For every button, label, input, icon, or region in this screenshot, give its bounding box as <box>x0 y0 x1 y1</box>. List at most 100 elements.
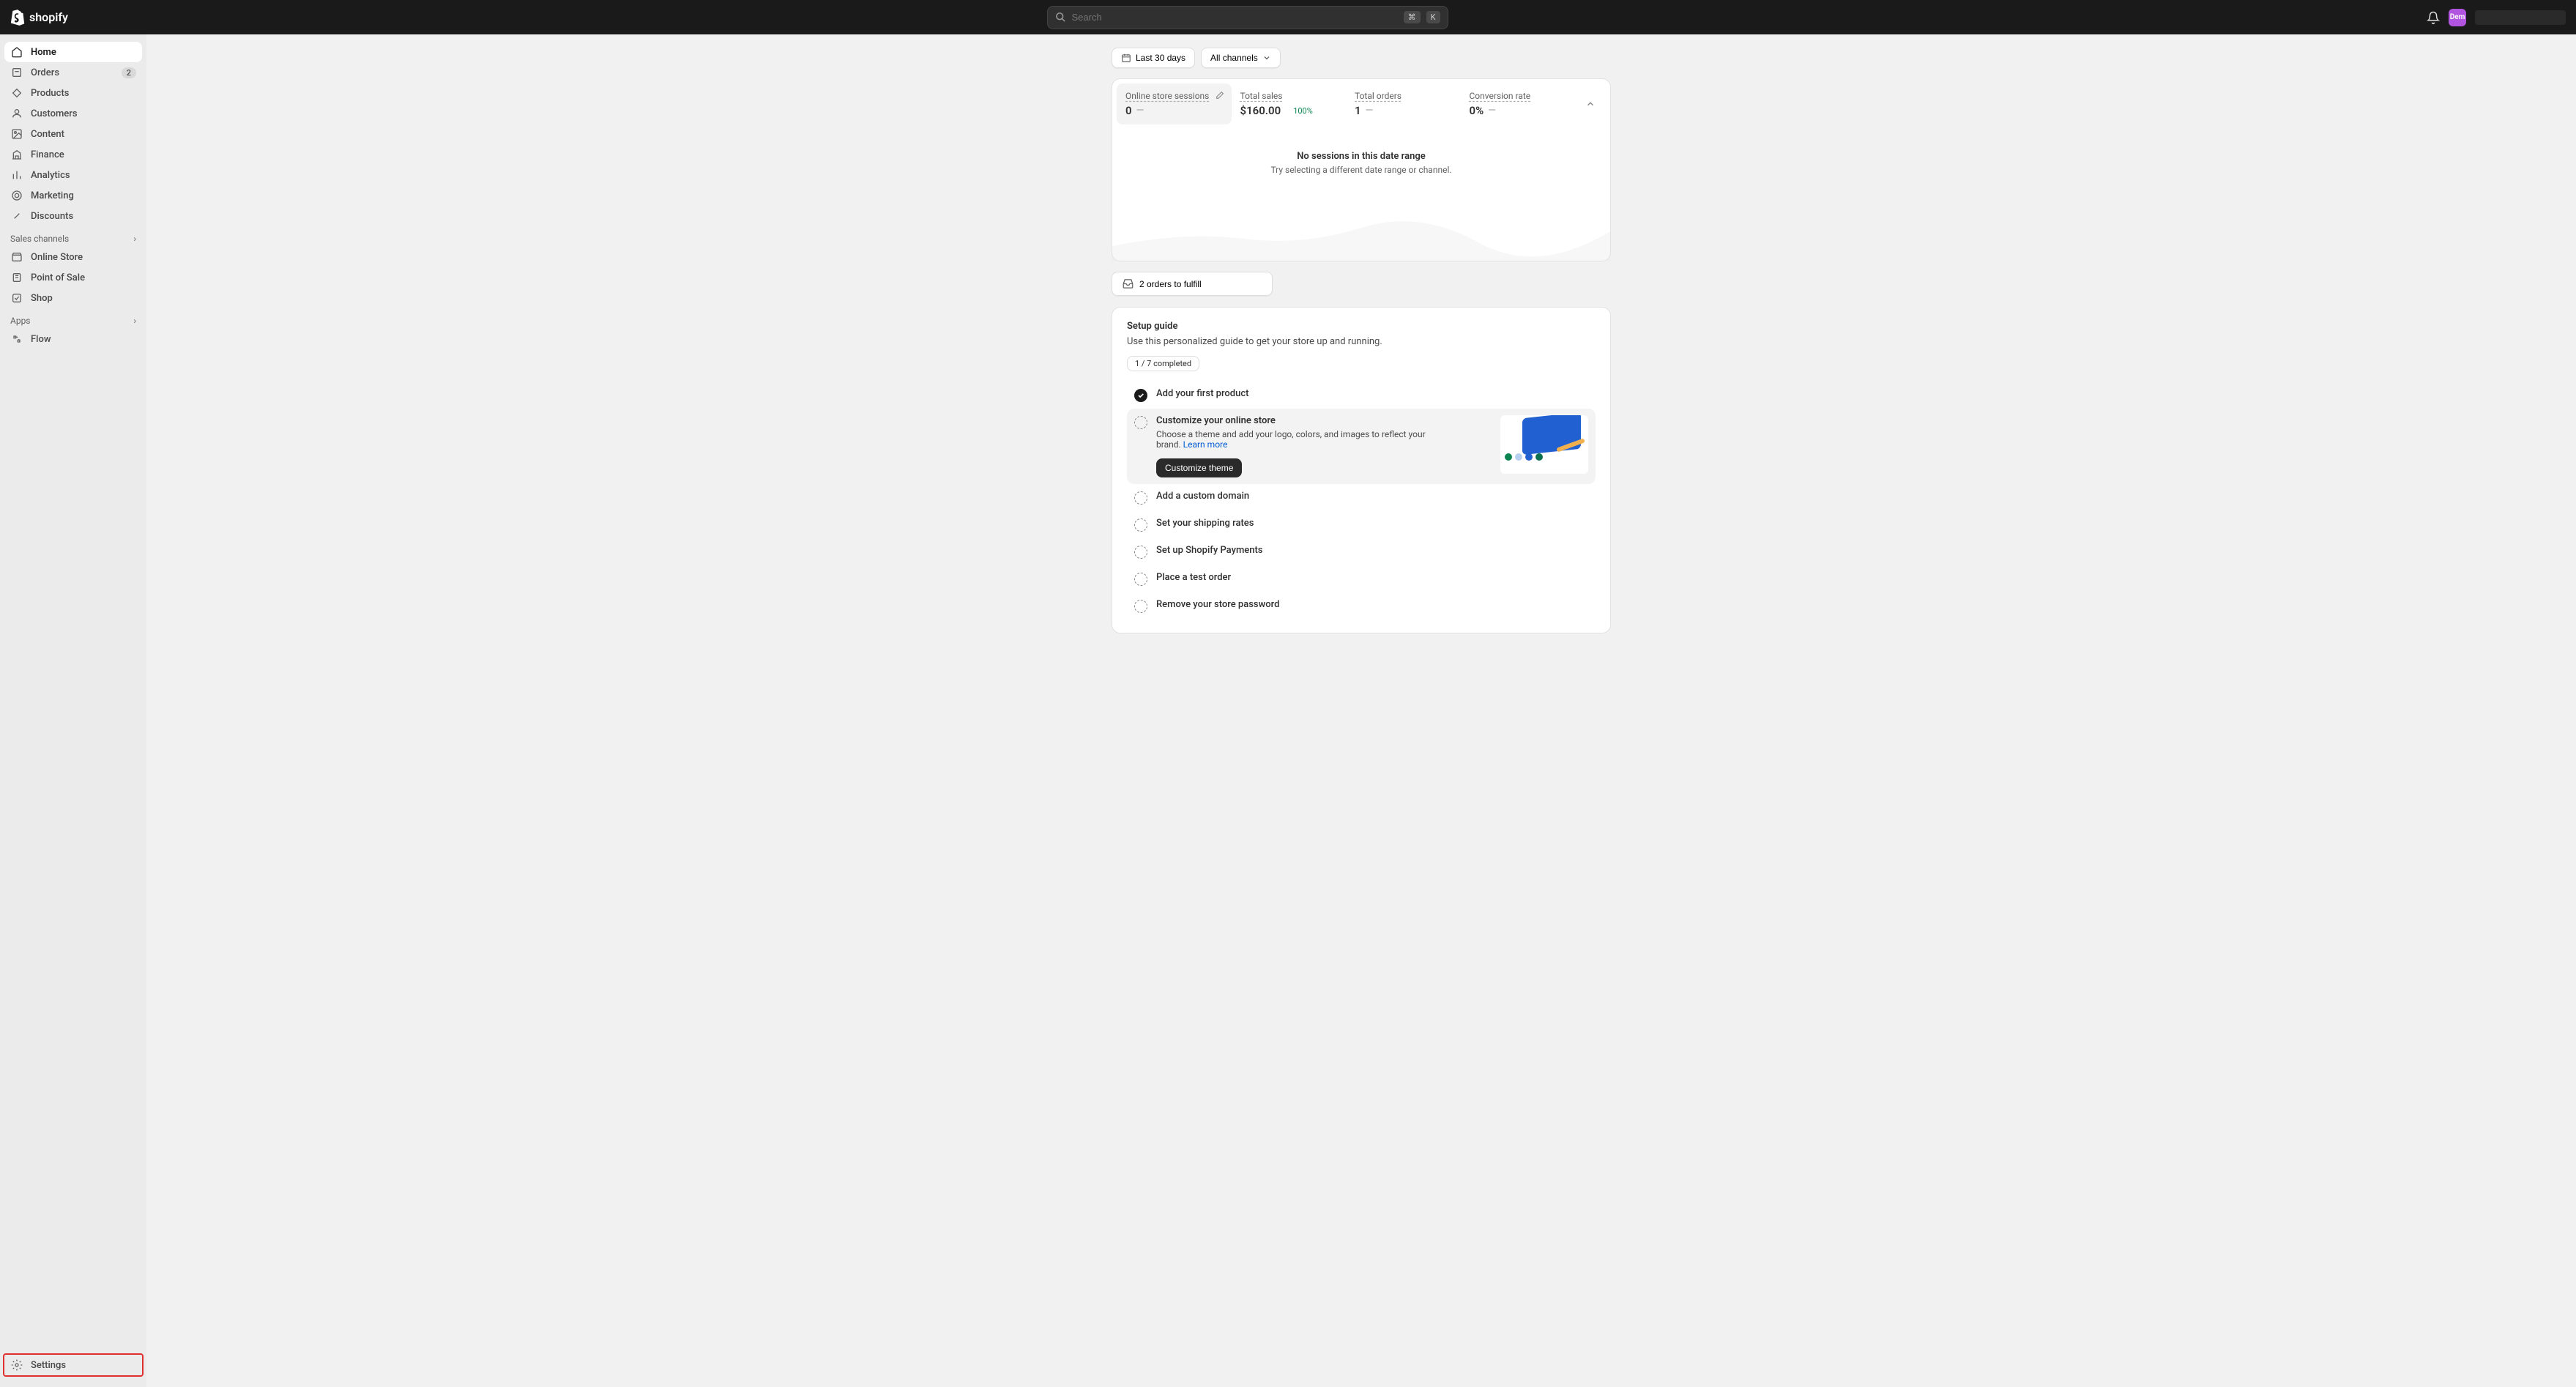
task-add-product[interactable]: Add your first product <box>1127 382 1596 409</box>
task-title: Remove your store password <box>1156 599 1588 610</box>
chevron-right-icon: › <box>133 234 136 244</box>
sales-channels-section[interactable]: Sales channels › <box>4 226 142 247</box>
nav-analytics[interactable]: Analytics <box>4 165 142 185</box>
store-name-blur <box>2475 10 2566 25</box>
marketing-icon <box>10 189 23 202</box>
stat-value: $160.00 <box>1240 104 1281 117</box>
store-icon <box>10 250 23 264</box>
fulfill-label: 2 orders to fulfill <box>1139 279 1202 289</box>
task-circle-pending <box>1134 573 1147 586</box>
orders-to-fulfill-button[interactable]: 2 orders to fulfill <box>1112 272 1273 296</box>
setup-title: Setup guide <box>1127 321 1596 332</box>
search-icon <box>1055 12 1066 23</box>
shopify-logo[interactable]: shopify <box>10 10 68 26</box>
nav-pos[interactable]: Point of Sale <box>4 267 142 288</box>
learn-more-link[interactable]: Learn more <box>1183 439 1228 450</box>
nav-label: Flow <box>31 334 136 345</box>
flow-icon <box>10 332 23 346</box>
customize-theme-button[interactable]: Customize theme <box>1156 458 1242 477</box>
nav-label: Content <box>31 129 136 140</box>
orders-badge: 2 <box>122 67 136 78</box>
inbox-icon <box>1123 278 1133 289</box>
topbar: shopify ⌘ K Dem <box>0 0 2576 34</box>
notification-icon[interactable] <box>2427 11 2440 24</box>
collapse-chart-button[interactable] <box>1575 83 1606 124</box>
stat-value: 0 <box>1125 104 1132 117</box>
customers-icon <box>10 107 23 120</box>
search-input[interactable] <box>1072 12 1398 23</box>
nav-content[interactable]: Content <box>4 124 142 144</box>
apps-section[interactable]: Apps › <box>4 308 142 329</box>
task-circle-pending <box>1134 491 1147 505</box>
chevron-right-icon: › <box>133 316 136 326</box>
sessions-chart: No sessions in this date range Try selec… <box>1112 129 1610 261</box>
nav-shop[interactable]: Shop <box>4 288 142 308</box>
date-range-filter[interactable]: Last 30 days <box>1112 48 1195 68</box>
nav-finance[interactable]: Finance <box>4 144 142 165</box>
stat-value: 0% <box>1470 104 1484 117</box>
stat-value: 1 <box>1355 104 1361 117</box>
filter-label: Last 30 days <box>1136 53 1185 63</box>
task-shipping-rates[interactable]: Set your shipping rates <box>1127 511 1596 538</box>
content-icon <box>10 127 23 141</box>
nav-home[interactable]: Home <box>4 42 142 62</box>
nav-online-store[interactable]: Online Store <box>4 247 142 267</box>
stat-conversion[interactable]: Conversion rate 0% — <box>1461 83 1576 124</box>
edit-icon[interactable] <box>1215 91 1224 100</box>
nav-label: Finance <box>31 149 136 160</box>
nav-discounts[interactable]: Discounts <box>4 206 142 226</box>
nav-settings[interactable]: Settings <box>4 1355 142 1375</box>
stat-label: Conversion rate <box>1470 91 1567 101</box>
kbd-k: K <box>1426 11 1440 23</box>
task-custom-domain[interactable]: Add a custom domain <box>1127 484 1596 511</box>
filter-label: All channels <box>1210 53 1258 63</box>
nav-label: Analytics <box>31 170 136 181</box>
search-box[interactable]: ⌘ K <box>1047 6 1448 29</box>
task-title: Set your shipping rates <box>1156 518 1588 529</box>
chart-empty-title: No sessions in this date range <box>1127 151 1596 162</box>
stat-label: Total orders <box>1355 91 1452 101</box>
task-title: Customize your online store <box>1156 415 1492 426</box>
sidebar: Home Orders 2 Products Customers Content… <box>0 34 146 1387</box>
stat-no-change: — <box>1136 105 1144 116</box>
stat-sessions[interactable]: Online store sessions 0 — <box>1117 83 1232 124</box>
avatar[interactable]: Dem <box>2449 9 2466 26</box>
checkmark-icon <box>1134 389 1147 402</box>
shop-icon <box>10 291 23 305</box>
pos-icon <box>10 271 23 284</box>
channel-filter[interactable]: All channels <box>1201 48 1281 68</box>
task-remove-password[interactable]: Remove your store password <box>1127 592 1596 620</box>
stat-no-change: — <box>1488 105 1496 116</box>
products-icon <box>10 86 23 100</box>
task-circle-pending <box>1134 518 1147 532</box>
stat-total-orders[interactable]: Total orders 1 — <box>1346 83 1461 124</box>
nav-label: Settings <box>31 1360 136 1371</box>
main-content: Last 30 days All channels Online store s… <box>146 34 2576 1387</box>
nav-label: Point of Sale <box>31 272 136 283</box>
task-payments[interactable]: Set up Shopify Payments <box>1127 538 1596 565</box>
nav-label: Home <box>31 47 136 58</box>
stats-card: Online store sessions 0 — Total sales $1… <box>1112 78 1611 261</box>
calendar-icon <box>1121 53 1131 63</box>
nav-flow[interactable]: Flow <box>4 329 142 349</box>
nav-label: Shop <box>31 293 136 304</box>
nav-marketing[interactable]: Marketing <box>4 185 142 206</box>
stat-label: Total sales <box>1240 91 1338 101</box>
chart-empty-sub: Try selecting a different date range or … <box>1127 165 1596 175</box>
setup-progress: 1 / 7 completed <box>1127 356 1199 371</box>
task-test-order[interactable]: Place a test order <box>1127 565 1596 592</box>
nav-products[interactable]: Products <box>4 83 142 103</box>
orders-icon <box>10 66 23 79</box>
task-circle-pending <box>1134 416 1147 429</box>
task-title: Set up Shopify Payments <box>1156 545 1588 556</box>
task-illustration <box>1500 415 1588 474</box>
task-circle-pending <box>1134 600 1147 613</box>
task-customize-store[interactable]: Customize your online store Choose a the… <box>1127 409 1596 484</box>
nav-customers[interactable]: Customers <box>4 103 142 124</box>
nav-orders[interactable]: Orders 2 <box>4 62 142 83</box>
home-icon <box>10 45 23 59</box>
task-title: Place a test order <box>1156 572 1588 583</box>
task-circle-pending <box>1134 546 1147 559</box>
gear-icon <box>10 1358 23 1372</box>
stat-total-sales[interactable]: Total sales $160.00 100% <box>1232 83 1347 124</box>
